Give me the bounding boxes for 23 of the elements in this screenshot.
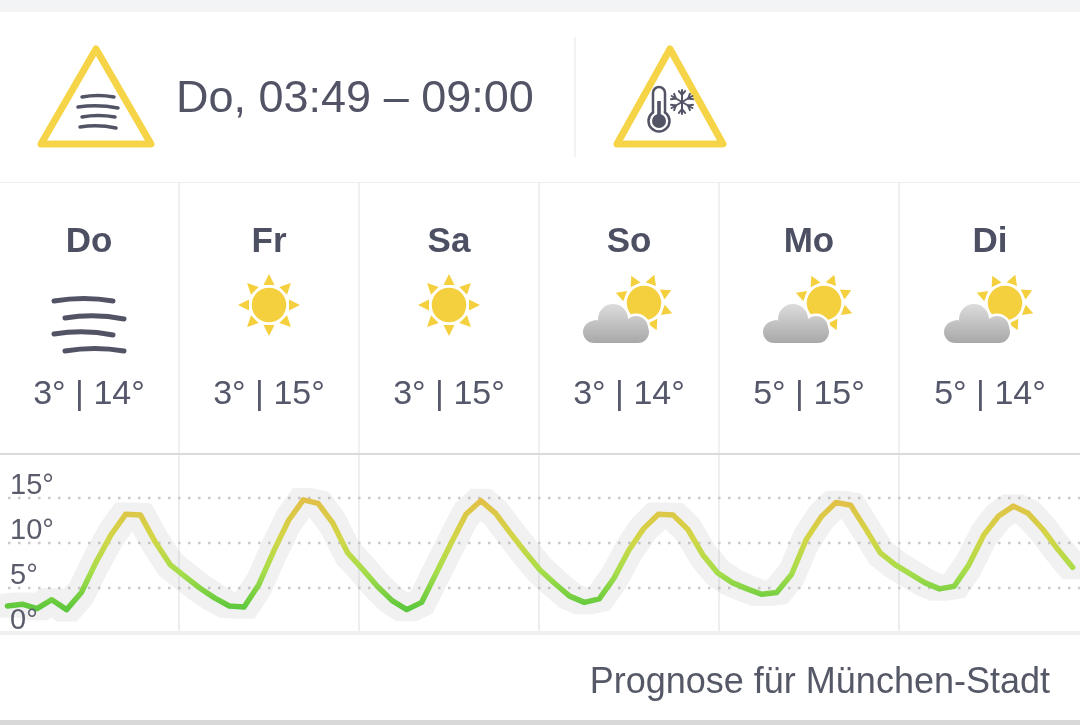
axis-label: 15° [10,468,54,500]
temperature-range: 5° | 14° [934,372,1046,412]
day-label: Sa [427,220,471,260]
temperature-range: 3° | 14° [573,372,685,412]
temperature-range: 3° | 15° [393,372,505,412]
temperature-range: 3° | 14° [33,372,145,412]
fog-warning-icon [36,43,156,151]
sun-icon [417,273,481,337]
temperature-range: 5° | 15° [753,372,865,412]
warning-time: Do, 03:49 – 09:00 [176,71,534,123]
day-label: Do [65,220,113,260]
axis-label: 0° [10,603,38,635]
day-label: So [606,220,652,260]
temperature-range: 3° | 15° [213,372,325,412]
thermometer-snowflake-warning-icon [611,43,728,151]
axis-label: 10° [10,513,54,545]
day-label: Fr [251,220,287,260]
sun-icon [237,273,301,337]
forecast-location: Prognose für München-Stadt [589,659,1050,703]
day-label: Di [972,220,1008,260]
axis-label: 5° [10,558,38,590]
day-label: Mo [783,220,835,260]
fog-icon [51,295,127,355]
